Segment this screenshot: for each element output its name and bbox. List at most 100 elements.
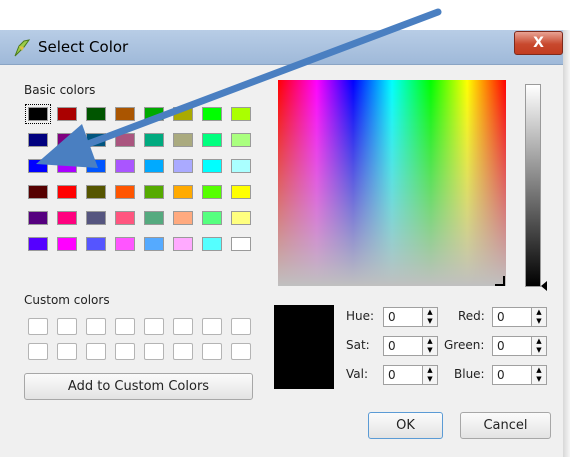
basic-color-swatch[interactable] bbox=[57, 107, 77, 121]
basic-color-swatch[interactable] bbox=[231, 211, 251, 225]
basic-color-swatch[interactable] bbox=[115, 185, 135, 199]
val-spinbox[interactable]: 0 ▲ ▼ bbox=[383, 365, 438, 385]
close-button[interactable]: X bbox=[514, 31, 563, 55]
add-to-custom-colors-button[interactable]: Add to Custom Colors bbox=[24, 373, 253, 400]
basic-color-swatch[interactable] bbox=[28, 237, 48, 251]
basic-color-swatch[interactable] bbox=[28, 185, 48, 199]
basic-color-swatch[interactable] bbox=[57, 211, 77, 225]
window-shadow bbox=[563, 30, 570, 457]
basic-color-swatch[interactable] bbox=[28, 133, 48, 147]
blue-value: 0 bbox=[497, 368, 505, 382]
custom-color-slot[interactable] bbox=[86, 343, 106, 360]
basic-color-swatch[interactable] bbox=[231, 107, 251, 121]
custom-color-slot[interactable] bbox=[202, 318, 222, 335]
sat-value: 0 bbox=[388, 339, 396, 353]
basic-color-swatch[interactable] bbox=[144, 159, 164, 173]
basic-color-swatch[interactable] bbox=[144, 185, 164, 199]
basic-color-swatch[interactable] bbox=[144, 211, 164, 225]
basic-color-swatch[interactable] bbox=[202, 211, 222, 225]
red-value: 0 bbox=[497, 310, 505, 324]
basic-color-swatch[interactable] bbox=[173, 211, 193, 225]
basic-color-swatch[interactable] bbox=[144, 133, 164, 147]
basic-color-swatch[interactable] bbox=[231, 159, 251, 173]
spectrum-crosshair bbox=[495, 276, 505, 286]
basic-color-swatch[interactable] bbox=[115, 237, 135, 251]
sat-spinbox[interactable]: 0 ▲ ▼ bbox=[383, 336, 438, 356]
basic-color-swatch[interactable] bbox=[202, 237, 222, 251]
custom-color-slot[interactable] bbox=[115, 343, 135, 360]
basic-color-swatch[interactable] bbox=[173, 185, 193, 199]
basic-color-swatch[interactable] bbox=[202, 133, 222, 147]
basic-color-swatch[interactable] bbox=[28, 211, 48, 225]
basic-color-swatch[interactable] bbox=[25, 104, 51, 124]
basic-color-swatch[interactable] bbox=[231, 133, 251, 147]
custom-color-slot[interactable] bbox=[231, 318, 251, 335]
basic-color-swatch[interactable] bbox=[57, 237, 77, 251]
basic-color-swatch[interactable] bbox=[115, 133, 135, 147]
pen-icon bbox=[12, 37, 34, 59]
basic-color-swatch[interactable] bbox=[86, 159, 106, 173]
basic-color-swatch[interactable] bbox=[86, 133, 106, 147]
red-label: Red: bbox=[458, 309, 485, 323]
basic-color-swatch[interactable] bbox=[173, 107, 193, 121]
green-value: 0 bbox=[497, 339, 505, 353]
custom-color-slot[interactable] bbox=[231, 343, 251, 360]
basic-color-swatch[interactable] bbox=[144, 237, 164, 251]
spin-arrows-icon[interactable]: ▲ ▼ bbox=[422, 366, 437, 384]
window-title: Select Color bbox=[38, 38, 129, 56]
custom-color-slot[interactable] bbox=[57, 318, 77, 335]
custom-color-slot[interactable] bbox=[28, 343, 48, 360]
basic-color-swatch[interactable] bbox=[173, 133, 193, 147]
hue-label: Hue: bbox=[346, 309, 375, 323]
custom-color-slot[interactable] bbox=[115, 318, 135, 335]
close-icon: X bbox=[533, 35, 544, 51]
custom-color-slot[interactable] bbox=[173, 343, 193, 360]
basic-color-swatch[interactable] bbox=[57, 133, 77, 147]
basic-color-swatch[interactable] bbox=[86, 237, 106, 251]
custom-color-slot[interactable] bbox=[202, 343, 222, 360]
current-color-preview bbox=[274, 305, 334, 389]
custom-color-slot[interactable] bbox=[86, 318, 106, 335]
hue-spinbox[interactable]: 0 ▲ ▼ bbox=[383, 307, 438, 327]
spin-arrows-icon[interactable]: ▲ ▼ bbox=[531, 366, 546, 384]
basic-color-swatch[interactable] bbox=[173, 237, 193, 251]
basic-color-swatch[interactable] bbox=[115, 159, 135, 173]
custom-color-slot[interactable] bbox=[144, 318, 164, 335]
basic-color-swatch[interactable] bbox=[144, 107, 164, 121]
basic-color-swatch[interactable] bbox=[115, 211, 135, 225]
color-spectrum[interactable] bbox=[278, 80, 506, 286]
red-spinbox[interactable]: 0 ▲ ▼ bbox=[492, 307, 547, 327]
basic-color-swatch[interactable] bbox=[173, 159, 193, 173]
basic-color-swatch[interactable] bbox=[202, 159, 222, 173]
hue-value: 0 bbox=[388, 310, 396, 324]
custom-color-slot[interactable] bbox=[57, 343, 77, 360]
basic-color-swatch[interactable] bbox=[202, 107, 222, 121]
basic-color-swatch[interactable] bbox=[57, 159, 77, 173]
basic-color-swatch[interactable] bbox=[86, 211, 106, 225]
ok-button[interactable]: OK bbox=[368, 412, 443, 439]
basic-color-swatch[interactable] bbox=[86, 107, 106, 121]
spin-arrows-icon[interactable]: ▲ ▼ bbox=[531, 308, 546, 326]
custom-color-slot[interactable] bbox=[28, 318, 48, 335]
blue-label: Blue: bbox=[454, 367, 485, 381]
basic-color-swatch[interactable] bbox=[115, 107, 135, 121]
custom-colors-label: Custom colors bbox=[24, 293, 110, 307]
basic-color-swatch[interactable] bbox=[28, 159, 48, 173]
basic-color-swatch[interactable] bbox=[231, 237, 251, 251]
basic-color-swatch[interactable] bbox=[202, 185, 222, 199]
luminance-pointer-icon[interactable] bbox=[541, 281, 547, 291]
spin-arrows-icon[interactable]: ▲ ▼ bbox=[422, 308, 437, 326]
basic-color-swatch[interactable] bbox=[86, 185, 106, 199]
basic-color-swatch[interactable] bbox=[231, 185, 251, 199]
luminance-slider[interactable] bbox=[525, 84, 541, 287]
spin-arrows-icon[interactable]: ▲ ▼ bbox=[422, 337, 437, 355]
basic-colors-label: Basic colors bbox=[24, 83, 96, 97]
cancel-button[interactable]: Cancel bbox=[460, 412, 551, 439]
custom-color-slot[interactable] bbox=[144, 343, 164, 360]
spin-arrows-icon[interactable]: ▲ ▼ bbox=[531, 337, 546, 355]
custom-color-slot[interactable] bbox=[173, 318, 193, 335]
basic-color-swatch[interactable] bbox=[57, 185, 77, 199]
blue-spinbox[interactable]: 0 ▲ ▼ bbox=[492, 365, 547, 385]
sat-label: Sat: bbox=[346, 338, 370, 352]
green-spinbox[interactable]: 0 ▲ ▼ bbox=[492, 336, 547, 356]
